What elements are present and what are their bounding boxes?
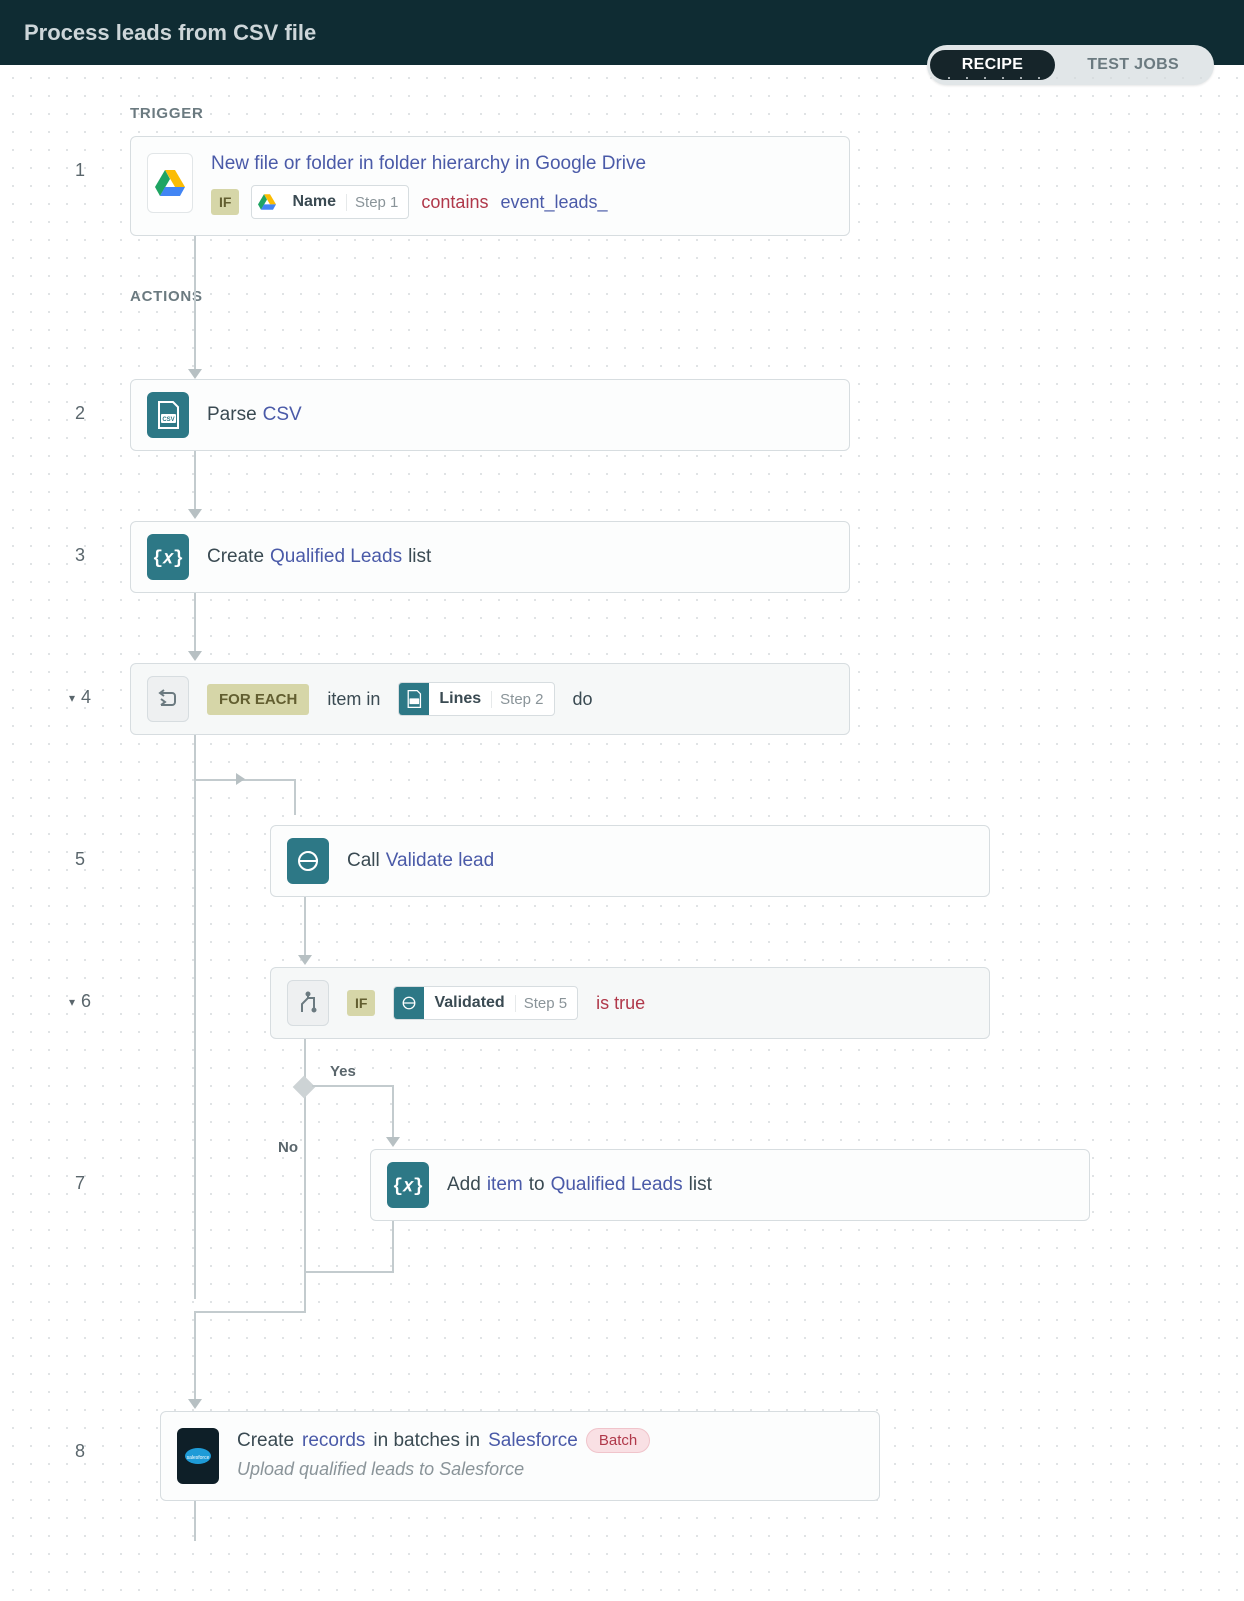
pill-label: Lines [429,690,491,708]
google-drive-icon [147,153,193,213]
step-8-number: 8 [30,1411,130,1462]
pill-step: Step 1 [346,194,408,211]
foreach-chip: FOR EACH [207,684,309,715]
step-7-card[interactable]: {𝑥} Add item to Qualified Leads list [370,1149,1090,1221]
pill-label: Name [282,193,346,211]
keyword-istrue: is true [596,993,645,1014]
branch-yes-label: Yes [330,1063,356,1080]
caret-down-icon: ▾ [69,691,75,705]
branch-no-label: No [278,1139,298,1156]
svg-text:salesforce: salesforce [187,1455,210,1461]
step-1-row: 1 New file or folder in folder hierarchy… [30,136,1214,236]
step-4-card[interactable]: FOR EACH item in Lines Step 2 do [130,663,850,735]
caret-down-icon: ▾ [69,995,75,1009]
batch-badge: Batch [586,1428,650,1453]
step-5-card[interactable]: Call Validate lead [270,825,990,897]
csv-icon: CSV [147,392,189,438]
recipe-call-icon [394,987,424,1019]
if-chip: IF [347,990,375,1016]
step-3-number: 3 [30,521,130,566]
svg-text:{𝑥}: {𝑥} [153,549,183,569]
step-1-card[interactable]: New file or folder in folder hierarchy i… [130,136,850,236]
step-8-row: 8 salesforce Create records in batches i… [30,1411,1214,1501]
recipe-call-icon [287,838,329,884]
step-5-number: 5 [30,825,130,870]
app-header: Process leads from CSV file RECIPE TEST … [0,0,1244,65]
pill-step: Step 5 [515,995,577,1012]
csv-icon [399,683,429,715]
step-7-number: 7 [30,1149,130,1194]
foreach-item-in: item in [327,689,380,710]
datapill-name[interactable]: Name Step 1 [251,185,409,219]
pill-label: Validated [424,994,514,1012]
datapill-lines[interactable]: Lines Step 2 [398,682,554,716]
svg-text:{𝑥}: {𝑥} [393,1177,423,1197]
step-7-text: Add item to Qualified Leads list [447,1174,712,1196]
step-6-number[interactable]: ▾6 [30,967,130,1012]
loop-icon [147,676,189,722]
keyword-contains: contains [421,192,488,213]
step-1-content: New file or folder in folder hierarchy i… [211,153,833,219]
condition-icon [287,980,329,1026]
section-trigger-label: TRIGGER [130,105,1214,122]
step-8-content: Create records in batches in Salesforce … [237,1428,863,1480]
step-8-subtitle: Upload qualified leads to Salesforce [237,1459,863,1480]
step-5-text: Call Validate lead [347,850,494,872]
step-6-row: ▾6 IF Validated Step 5 is true [30,967,1214,1039]
pill-step: Step 2 [491,691,553,708]
step-3-text: Create Qualified Leads list [207,546,431,568]
step-7-row: 7 {𝑥} Add item to Qualified Leads list [30,1149,1214,1221]
step-2-row: 2 CSV Parse CSV [30,379,1214,451]
step-1-number: 1 [30,136,130,181]
salesforce-icon: salesforce [177,1428,219,1484]
step-6-card[interactable]: IF Validated Step 5 is true [270,967,990,1039]
google-drive-icon [252,186,282,218]
recipe-canvas: TRIGGER 1 New file or folder in folder h… [0,65,1244,1601]
step-3-card[interactable]: {𝑥} Create Qualified Leads list [130,521,850,593]
step-2-text: Parse CSV [207,404,302,426]
step-4-row: ▾4 FOR EACH item in Lines Step 2 do [30,663,1214,735]
page-title: Process leads from CSV file [24,20,316,46]
step-2-number: 2 [30,379,130,424]
datapill-validated[interactable]: Validated Step 5 [393,986,578,1020]
foreach-do: do [573,689,593,710]
variable-icon: {𝑥} [147,534,189,580]
if-chip: IF [211,189,239,215]
step-8-card[interactable]: salesforce Create records in batches in … [160,1411,880,1501]
step-2-card[interactable]: CSV Parse CSV [130,379,850,451]
step-5-row: 5 Call Validate lead [30,825,1214,897]
keyword-value: event_leads_ [500,192,607,213]
svg-text:CSV: CSV [162,417,174,423]
step-1-title: New file or folder in folder hierarchy i… [211,153,833,175]
section-actions-label: ACTIONS [130,288,1214,305]
variable-icon: {𝑥} [387,1162,429,1208]
step-3-row: 3 {𝑥} Create Qualified Leads list [30,521,1214,593]
step-4-number[interactable]: ▾4 [30,663,130,708]
